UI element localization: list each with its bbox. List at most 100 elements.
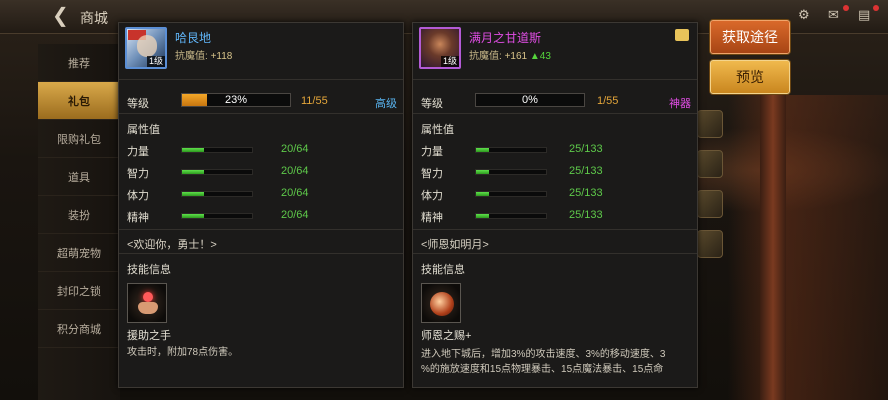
- item-slot-column: [697, 100, 727, 400]
- skill-info-title: 技能信息: [421, 264, 465, 276]
- compare-card-current: 1级 哈艮地 抗魔值: +118 等级 23% 11/55 高级 属性值 力量 …: [118, 22, 404, 388]
- stat-label: 力量: [421, 146, 443, 158]
- helping-hand-skill-icon[interactable]: [127, 283, 167, 323]
- item-slot[interactable]: [697, 150, 723, 178]
- item-avatar: 1级: [419, 27, 461, 69]
- stat-bar: [181, 213, 253, 219]
- stat-value: 25/133: [569, 165, 603, 177]
- scene-pillar: [760, 95, 786, 400]
- top-right-icons: ⚙ ✉ ▤: [798, 5, 879, 22]
- resist-value: +161: [504, 51, 528, 62]
- skill-spark: [143, 292, 153, 302]
- stat-bar-fill: [182, 170, 204, 174]
- stat-bar: [181, 191, 253, 197]
- resist-stat: 抗魔值: +118: [175, 47, 232, 62]
- level-progress-bar: 23%: [181, 93, 291, 107]
- divider: [119, 229, 403, 230]
- skill-name: 师恩之赐+: [421, 330, 472, 342]
- avatar-level: 1级: [440, 56, 459, 67]
- stat-bar: [181, 147, 253, 153]
- resist-bonus: ▲43: [529, 51, 551, 62]
- skill-description: 进入地下城后，增加3%的攻击速度、3%的移动速度、3 %的施放速度和15点物理暴…: [421, 347, 697, 377]
- stat-label: 体力: [127, 190, 149, 202]
- item-name: 哈艮地: [175, 31, 212, 45]
- divider: [413, 113, 697, 114]
- divider: [119, 113, 403, 114]
- stat-label: 精神: [421, 212, 443, 224]
- skill-description-line: 进入地下城后，增加3%的攻击速度、3%的移动速度、3: [421, 349, 666, 360]
- nav-item-seal-lock[interactable]: 封印之锁: [38, 272, 120, 310]
- resist-label: 抗魔值:: [175, 51, 208, 62]
- nav-item-points-shop[interactable]: 积分商城: [38, 310, 120, 348]
- stat-value: 20/64: [281, 165, 309, 177]
- stat-value: 20/64: [281, 143, 309, 155]
- item-slot[interactable]: [697, 190, 723, 218]
- share-icon[interactable]: [675, 29, 689, 41]
- stat-bar: [475, 191, 547, 197]
- item-grade: 高级: [375, 98, 397, 110]
- get-source-button[interactable]: 获取途径: [710, 20, 790, 54]
- item-name: 满月之甘道斯: [469, 31, 542, 45]
- page-title: 商城: [80, 10, 108, 26]
- card-header: 1级 哈艮地 抗魔值: +118: [119, 23, 403, 73]
- level-count: 11/55: [301, 95, 328, 107]
- level-count: 1/55: [597, 95, 619, 107]
- stat-bar: [475, 169, 547, 175]
- nav-item-limited-pack[interactable]: 限购礼包: [38, 120, 120, 158]
- stat-label: 智力: [421, 168, 443, 180]
- stat-bar-fill: [476, 170, 490, 174]
- settings-icon[interactable]: ⚙: [798, 8, 816, 22]
- skill-info-title: 技能信息: [127, 264, 171, 276]
- stat-bar: [475, 213, 547, 219]
- item-quote: <师恩如明月>: [421, 239, 489, 251]
- mail-icon[interactable]: ✉: [828, 5, 849, 22]
- level-label: 等级: [421, 98, 443, 110]
- skill-description-line: %的施放速度和15点物理暴击、15点魔法暴击、15点命: [421, 364, 664, 375]
- nav-item-recommend[interactable]: 推荐: [38, 44, 120, 82]
- level-percent: 0%: [522, 94, 538, 106]
- shop-category-nav: 推荐 礼包 限购礼包 道具 装扮 超萌宠物 封印之锁 积分商城: [38, 44, 120, 400]
- divider: [413, 79, 697, 80]
- resist-stat: 抗魔值: +161 ▲43: [469, 47, 551, 62]
- item-slot[interactable]: [697, 230, 723, 258]
- compare-card-new: 1级 满月之甘道斯 抗魔值: +161 ▲43 等级 0% 1/55 神器 属性…: [412, 22, 698, 388]
- avatar-level: 1级: [146, 56, 165, 67]
- stat-bar-fill: [476, 192, 490, 196]
- resist-value: +118: [210, 51, 233, 62]
- nav-item-gift-pack[interactable]: 礼包: [38, 82, 120, 120]
- nav-item-items[interactable]: 道具: [38, 158, 120, 196]
- stat-label: 智力: [127, 168, 149, 180]
- stat-value: 25/133: [569, 143, 603, 155]
- avatar-portrait: [137, 35, 157, 57]
- skill-hand: [138, 302, 158, 314]
- stat-value: 25/133: [569, 209, 603, 221]
- stat-label: 力量: [127, 146, 149, 158]
- level-percent: 23%: [224, 94, 248, 106]
- item-avatar: 1级: [125, 27, 167, 69]
- item-slot[interactable]: [697, 110, 723, 138]
- stat-value: 20/64: [281, 209, 309, 221]
- nav-item-pets[interactable]: 超萌宠物: [38, 234, 120, 272]
- skill-description: 攻击时，附加78点伤害。: [127, 347, 239, 358]
- stat-label: 精神: [127, 212, 149, 224]
- preview-button[interactable]: 预览: [710, 60, 790, 94]
- mentor-gift-skill-icon[interactable]: [421, 283, 461, 323]
- stat-value: 25/133: [569, 187, 603, 199]
- stat-value: 20/64: [281, 187, 309, 199]
- stat-bar-fill: [476, 214, 490, 218]
- divider: [413, 229, 697, 230]
- stat-bar-fill: [182, 192, 204, 196]
- stat-bar-fill: [182, 148, 204, 152]
- stat-label: 体力: [421, 190, 443, 202]
- stat-bar-fill: [182, 214, 204, 218]
- back-arrow-icon[interactable]: ❮: [52, 6, 72, 26]
- chat-icon[interactable]: ▤: [858, 5, 879, 22]
- divider: [413, 253, 697, 254]
- card-header: 1级 满月之甘道斯 抗魔值: +161 ▲43: [413, 23, 697, 73]
- level-label: 等级: [127, 98, 149, 110]
- nav-item-costume[interactable]: 装扮: [38, 196, 120, 234]
- attributes-title: 属性值: [127, 124, 160, 136]
- skill-orb: [430, 292, 454, 316]
- stat-bar-fill: [476, 148, 490, 152]
- stat-bar: [181, 169, 253, 175]
